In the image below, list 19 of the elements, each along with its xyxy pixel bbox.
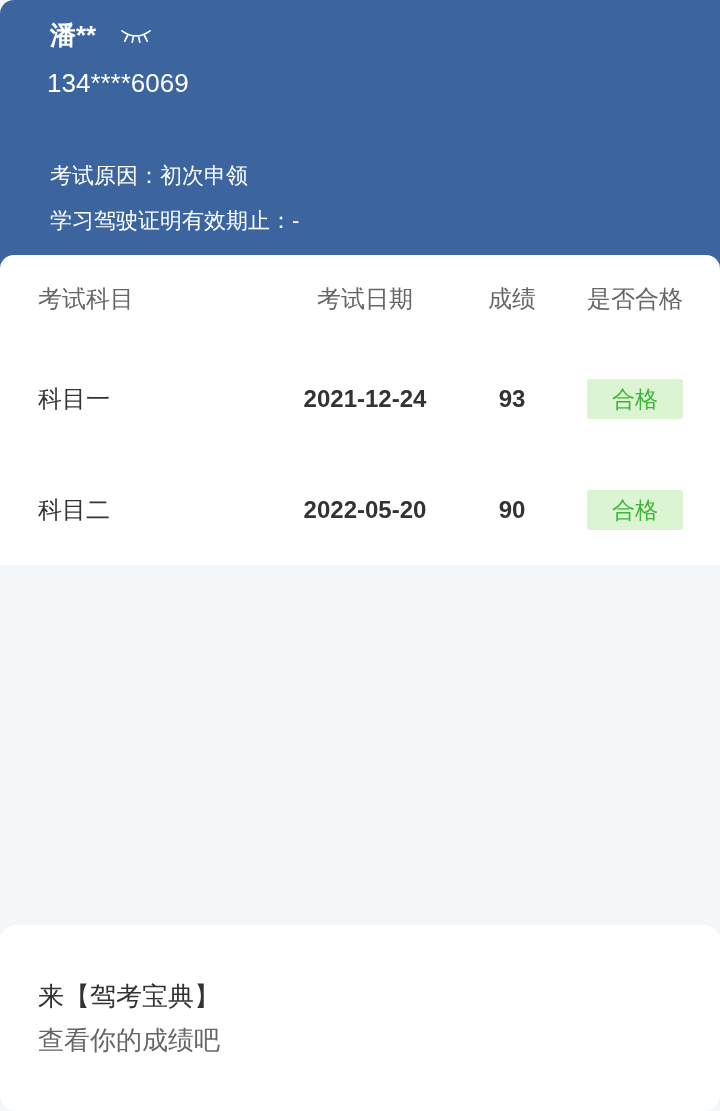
table-cell: 90 [498, 495, 526, 523]
column-header: 是否合格 [587, 284, 683, 314]
table-cell: 科目二 [38, 495, 110, 523]
table-cell: 科目一 [38, 384, 110, 412]
status-badge: 合格 [587, 489, 683, 530]
info-text: 考试原因：初次申领 [50, 162, 248, 190]
promo-subtitle: 查看你的成绩吧 [38, 1024, 220, 1057]
column-header: 考试科目 [38, 285, 134, 312]
eye-closed-icon[interactable] [120, 27, 153, 43]
info-text: 学习驾驶证明有效期止：- [50, 207, 300, 235]
table-cell: 2022-05-20 [303, 495, 427, 523]
column-header: 考试日期 [317, 285, 413, 312]
promo-title: 来【驾考宝典】 [38, 980, 220, 1013]
user-name: 潘** [50, 19, 97, 52]
status-badge: 合格 [587, 378, 683, 419]
phone-number: 134****6069 [47, 67, 189, 100]
table-cell: 93 [498, 384, 526, 412]
table-cell: 2021-12-24 [303, 384, 427, 412]
column-header: 成绩 [488, 285, 536, 312]
